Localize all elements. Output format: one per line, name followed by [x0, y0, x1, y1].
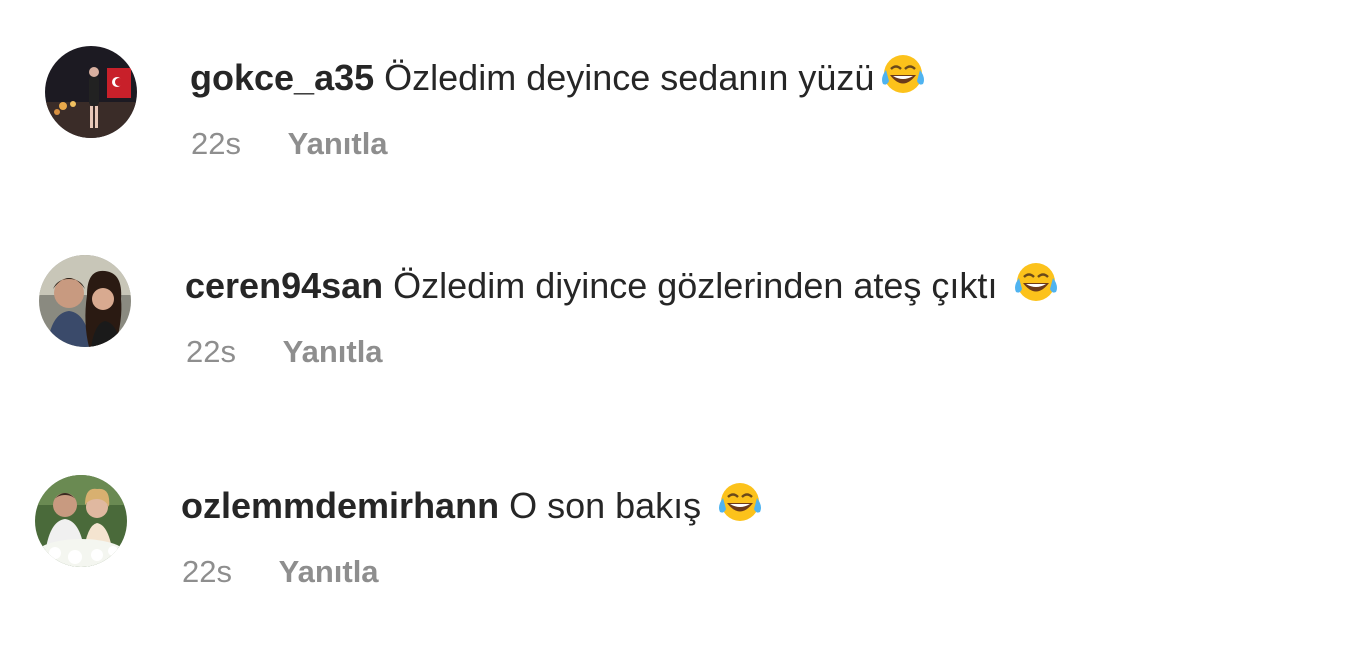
- face-with-tears-of-joy-icon: [1011, 260, 1061, 304]
- avatar[interactable]: [45, 46, 137, 138]
- reply-button[interactable]: Yanıtla: [288, 126, 388, 161]
- timestamp[interactable]: 22s: [191, 126, 241, 161]
- username[interactable]: gokce_a35: [190, 57, 374, 98]
- comment-body: ceren94san Özledim diyince gözlerinden a…: [185, 260, 1061, 308]
- username[interactable]: ceren94san: [185, 265, 383, 306]
- reply-button[interactable]: Yanıtla: [279, 554, 379, 589]
- comment-item: ceren94san Özledim diyince gözlerinden a…: [0, 210, 1356, 369]
- comment-body: gokce_a35 Özledim deyince sedanın yüzü: [190, 52, 928, 100]
- timestamp[interactable]: 22s: [186, 334, 236, 369]
- comment-text: O son bakış: [509, 485, 702, 526]
- comment-item: ozlemmdemirhann O son bakış 22s Yanıtla: [0, 430, 1356, 589]
- timestamp[interactable]: 22s: [182, 554, 232, 589]
- comment-meta: 22s Yanıtla: [182, 554, 379, 590]
- face-with-tears-of-joy-icon: [715, 480, 765, 524]
- avatar[interactable]: [39, 255, 131, 347]
- username[interactable]: ozlemmdemirhann: [181, 485, 499, 526]
- comment-text: Özledim deyince sedanın yüzü: [384, 57, 875, 98]
- comment-meta: 22s Yanıtla: [186, 334, 383, 370]
- comment-body: ozlemmdemirhann O son bakış: [181, 480, 765, 528]
- avatar[interactable]: [35, 475, 127, 567]
- comment-item: gokce_a35 Özledim deyince sedanın yüzü 2…: [0, 0, 1356, 161]
- face-with-tears-of-joy-icon: [878, 52, 928, 96]
- comment-text: Özledim diyince gözlerinden ateş çıktı: [393, 265, 998, 306]
- reply-button[interactable]: Yanıtla: [283, 334, 383, 369]
- comment-meta: 22s Yanıtla: [191, 126, 388, 162]
